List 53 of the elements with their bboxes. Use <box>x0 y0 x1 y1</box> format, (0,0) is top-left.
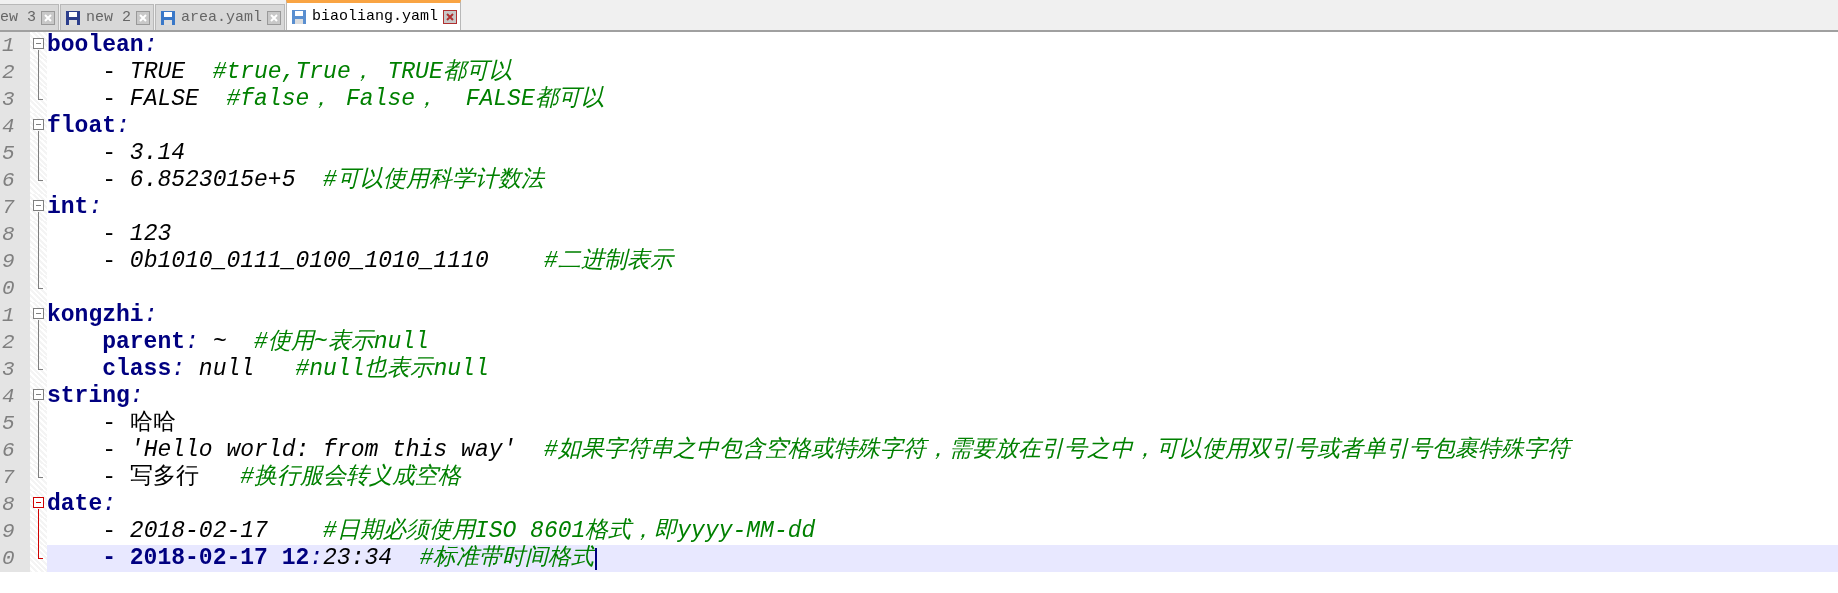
code-line: - 哈哈 <box>101 410 176 437</box>
line-number: 8 <box>2 493 15 516</box>
fold-collapse-icon[interactable] <box>33 389 44 400</box>
code-line: class: null #null也表示null <box>101 356 489 383</box>
line-number: 4 <box>2 115 15 138</box>
code-line: - 写多行 #换行服会转义成空格 <box>101 464 462 491</box>
code-line: string: <box>47 383 144 410</box>
file-tab[interactable]: new 2 <box>60 4 155 30</box>
code-line: - 0b1010_0111_0100_1010_1110 #二进制表示 <box>101 248 673 275</box>
fold-collapse-icon[interactable] <box>33 308 44 319</box>
line-number: 9 <box>2 520 15 543</box>
code-line: - 2018-02-17 #日期必须使用ISO 8601格式，即yyyy-MM-dd <box>101 518 816 545</box>
line-number: 5 <box>2 142 15 165</box>
fold-collapse-icon[interactable] <box>33 200 44 211</box>
line-number: 0 <box>2 547 15 570</box>
file-tab[interactable]: ew 3 <box>0 4 59 30</box>
fold-collapse-icon[interactable] <box>33 497 44 508</box>
line-number: 7 <box>2 196 15 219</box>
file-tab[interactable]: area.yaml <box>155 4 286 30</box>
close-icon[interactable] <box>267 10 282 25</box>
line-number: 7 <box>2 466 15 489</box>
text-cursor <box>594 547 597 570</box>
close-icon[interactable] <box>443 9 458 24</box>
code-line: - 3.14 <box>101 140 186 167</box>
line-number: 6 <box>2 169 15 192</box>
line-number: 6 <box>2 439 15 462</box>
code-line: - 123 <box>101 221 172 248</box>
line-number: 2 <box>2 331 15 354</box>
line-number: 8 <box>2 223 15 246</box>
code-line: kongzhi: <box>47 302 158 329</box>
code-line: - 2018-02-17 12:23:34 #标准带时间格式 <box>101 545 595 572</box>
line-number: 2 <box>2 61 15 84</box>
line-number: 3 <box>2 88 15 111</box>
fold-collapse-icon[interactable] <box>33 119 44 130</box>
line-number: 4 <box>2 385 15 408</box>
line-number: 3 <box>2 358 15 381</box>
fold-collapse-icon[interactable] <box>33 38 44 49</box>
line-number: 9 <box>2 250 15 273</box>
code-line: - TRUE #true,True， TRUE都可以 <box>101 59 512 86</box>
file-tab[interactable]: biaoliang.yaml <box>286 0 462 30</box>
line-number: 5 <box>2 412 15 435</box>
close-icon[interactable] <box>136 10 151 25</box>
close-icon[interactable] <box>41 10 55 25</box>
code-line: parent: ~ #使用~表示null <box>101 329 429 356</box>
code-line: float: <box>47 113 130 140</box>
line-number: 1 <box>2 304 15 327</box>
code-line: - FALSE #false， False， FALSE都可以 <box>101 86 604 113</box>
code-line: date: <box>47 491 117 518</box>
line-number: 0 <box>2 277 15 300</box>
code-line: boolean: <box>47 32 158 59</box>
code-line: - 6.8523015e+5 #可以使用科学计数法 <box>101 167 544 194</box>
code-line: int: <box>47 194 103 221</box>
line-number: 1 <box>2 34 15 57</box>
